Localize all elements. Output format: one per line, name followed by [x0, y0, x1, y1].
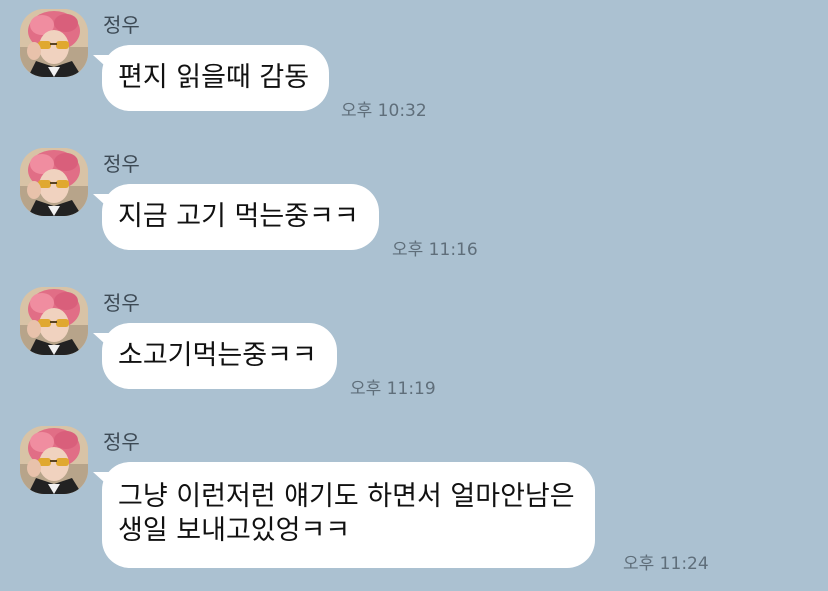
sender-name: 정우 — [103, 291, 140, 315]
message-bubble[interactable]: 소고기먹는중ㅋㅋ — [102, 323, 337, 389]
avatar[interactable] — [20, 148, 88, 216]
avatar[interactable] — [20, 287, 88, 355]
message-text: 편지 읽을때 감동 — [118, 62, 310, 93]
message-bubble[interactable]: 편지 읽을때 감동 — [102, 45, 330, 111]
message-text: 소고기먹는중ㅋㅋ — [118, 340, 317, 371]
message-timestamp: 오후 11:24 — [623, 554, 709, 574]
message-text-line-2: 생일 보내고있엉ㅋㅋ — [118, 515, 351, 546]
message-text-line-1: 그냥 이런저런 얘기도 하면서 얼마안남은 — [118, 481, 575, 512]
message-bubble[interactable]: 그냥 이런저런 얘기도 하면서 얼마안남은 생일 보내고있엉ㅋㅋ — [102, 462, 595, 568]
message-bubble[interactable]: 지금 고기 먹는중ㅋㅋ — [102, 184, 379, 250]
message-text: 지금 고기 먹는중ㅋㅋ — [118, 201, 359, 232]
message-timestamp: 오후 11:19 — [350, 379, 436, 399]
message-timestamp: 오후 11:16 — [392, 240, 478, 260]
avatar[interactable] — [20, 426, 88, 494]
sender-name: 정우 — [103, 152, 140, 176]
sender-name: 정우 — [103, 430, 140, 454]
sender-name: 정우 — [103, 13, 140, 37]
avatar[interactable] — [20, 9, 88, 77]
message-timestamp: 오후 10:32 — [341, 101, 427, 121]
